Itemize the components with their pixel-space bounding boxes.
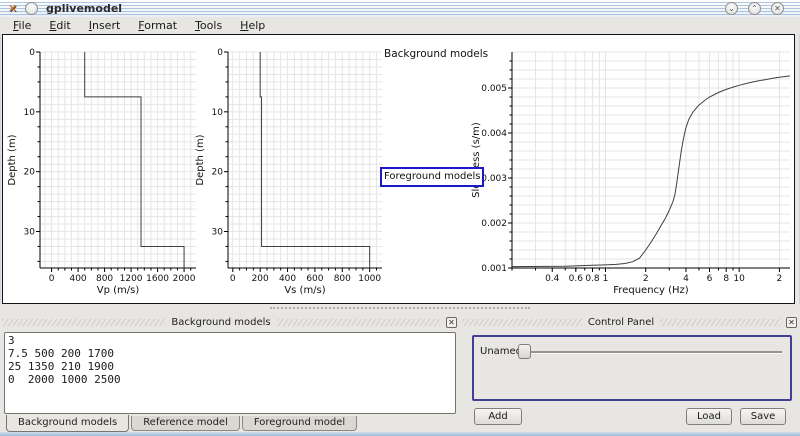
svg-text:600: 600 [306,274,323,284]
svg-text:200: 200 [252,274,269,284]
svg-text:0: 0 [217,48,223,58]
svg-text:Frequency (Hz): Frequency (Hz) [613,285,689,296]
window-bottom-edge [0,432,800,436]
svg-text:0.8: 0.8 [585,274,600,284]
slider-handle[interactable] [518,344,531,359]
svg-text:4: 4 [683,274,689,284]
background-models-dock-titlebar: Background models ✕ [2,315,457,329]
svg-text:20: 20 [24,168,36,178]
menu-tools[interactable]: Tools [186,18,231,33]
svg-text:10: 10 [212,108,224,118]
splitter-dots-icon [270,307,530,309]
svg-text:Vp (m/s): Vp (m/s) [97,285,140,296]
window-title: gplivemodel [46,2,122,15]
menu-format[interactable]: Format [129,18,186,33]
minimize-icon[interactable]: ⌄ [725,2,738,15]
app-icon: ✕ [6,2,19,15]
svg-text:6: 6 [707,274,713,284]
svg-text:0: 0 [29,48,35,58]
window-menu-button[interactable] [25,2,38,15]
dock-close-icon[interactable]: ✕ [446,317,457,328]
svg-text:10: 10 [733,274,745,284]
dock-hatch-icon [660,319,780,326]
title-bar: ✕ gplivemodel ⌄ ⌃ ✕ [0,0,800,17]
svg-text:8: 8 [723,274,729,284]
svg-text:1200: 1200 [120,274,143,284]
menu-edit[interactable]: Edit [40,18,79,33]
svg-text:Depth (m): Depth (m) [7,134,18,185]
add-button[interactable]: Add [474,408,522,425]
svg-text:800: 800 [334,274,351,284]
svg-text:2: 2 [643,274,649,284]
svg-text:0.4: 0.4 [545,274,560,284]
control-panel-dock-title: Control Panel [588,317,654,328]
control-panel-dock-titlebar: Control Panel ✕ [462,315,797,329]
svg-text:0.005: 0.005 [481,84,507,94]
svg-text:2: 2 [777,274,783,284]
svg-text:0.001: 0.001 [481,264,507,274]
svg-text:30: 30 [212,228,224,238]
svg-text:1000: 1000 [358,274,381,284]
splitter-handle[interactable] [0,304,800,313]
tab-foreground-model[interactable]: Foreground model [242,416,357,431]
control-panel-frame: Unamed [472,335,792,401]
svg-text:1600: 1600 [146,274,169,284]
slider-groove [530,351,782,353]
svg-text:400: 400 [279,274,296,284]
model-text-area[interactable]: 3 7.5 500 200 1700 25 1350 210 1900 0 20… [4,332,456,414]
menu-file[interactable]: File [4,18,40,33]
svg-text:1: 1 [603,274,609,284]
svg-text:Depth (m): Depth (m) [195,134,206,185]
svg-text:0.6: 0.6 [569,274,584,284]
dock-hatch-icon [462,319,582,326]
dock-hatch-icon [277,319,440,326]
background-models-dock-title: Background models [171,317,270,328]
window-controls: ⌄ ⌃ ✕ [725,2,784,15]
svg-text:0: 0 [49,274,55,284]
svg-text:0: 0 [230,274,236,284]
plot-area: 04008001200160020000102030Vp (m/s)Depth … [2,34,795,304]
maximize-icon[interactable]: ⌃ [748,2,761,15]
dock-area: Background models ✕ 3 7.5 500 200 1700 2… [0,313,800,432]
svg-text:Vs (m/s): Vs (m/s) [284,285,325,296]
control-panel-dock: Control Panel ✕ Unamed Add Load Save [460,313,800,432]
save-button[interactable]: Save [740,408,786,425]
tab-reference-model[interactable]: Reference model [131,416,240,431]
dock-hatch-icon [2,319,165,326]
svg-text:2000: 2000 [173,274,196,284]
application-window: ✕ gplivemodel ⌄ ⌃ ✕ File Edit Insert For… [0,0,800,436]
model-tabs: Background models Reference model Foregr… [6,415,359,432]
svg-text:0.002: 0.002 [481,219,507,229]
svg-text:800: 800 [96,274,113,284]
slider-label: Unamed [480,346,522,357]
background-models-annotation[interactable]: Background models [384,48,488,60]
close-icon[interactable]: ✕ [771,2,784,15]
svg-text:20: 20 [212,168,224,178]
background-models-dock: Background models ✕ 3 7.5 500 200 1700 2… [0,313,460,432]
svg-text:400: 400 [69,274,86,284]
svg-text:0.003: 0.003 [481,174,507,184]
menu-help[interactable]: Help [231,18,274,33]
menu-insert[interactable]: Insert [80,18,130,33]
tab-background-models[interactable]: Background models [6,415,129,432]
load-button[interactable]: Load [686,408,732,425]
parameter-slider[interactable] [518,337,784,365]
svg-text:10: 10 [24,108,36,118]
dock-close-icon[interactable]: ✕ [786,317,797,328]
foreground-models-annotation[interactable]: Foreground models [380,167,484,187]
svg-text:0.004: 0.004 [481,129,507,139]
menu-bar: File Edit Insert Format Tools Help [0,17,800,34]
svg-text:30: 30 [24,228,36,238]
